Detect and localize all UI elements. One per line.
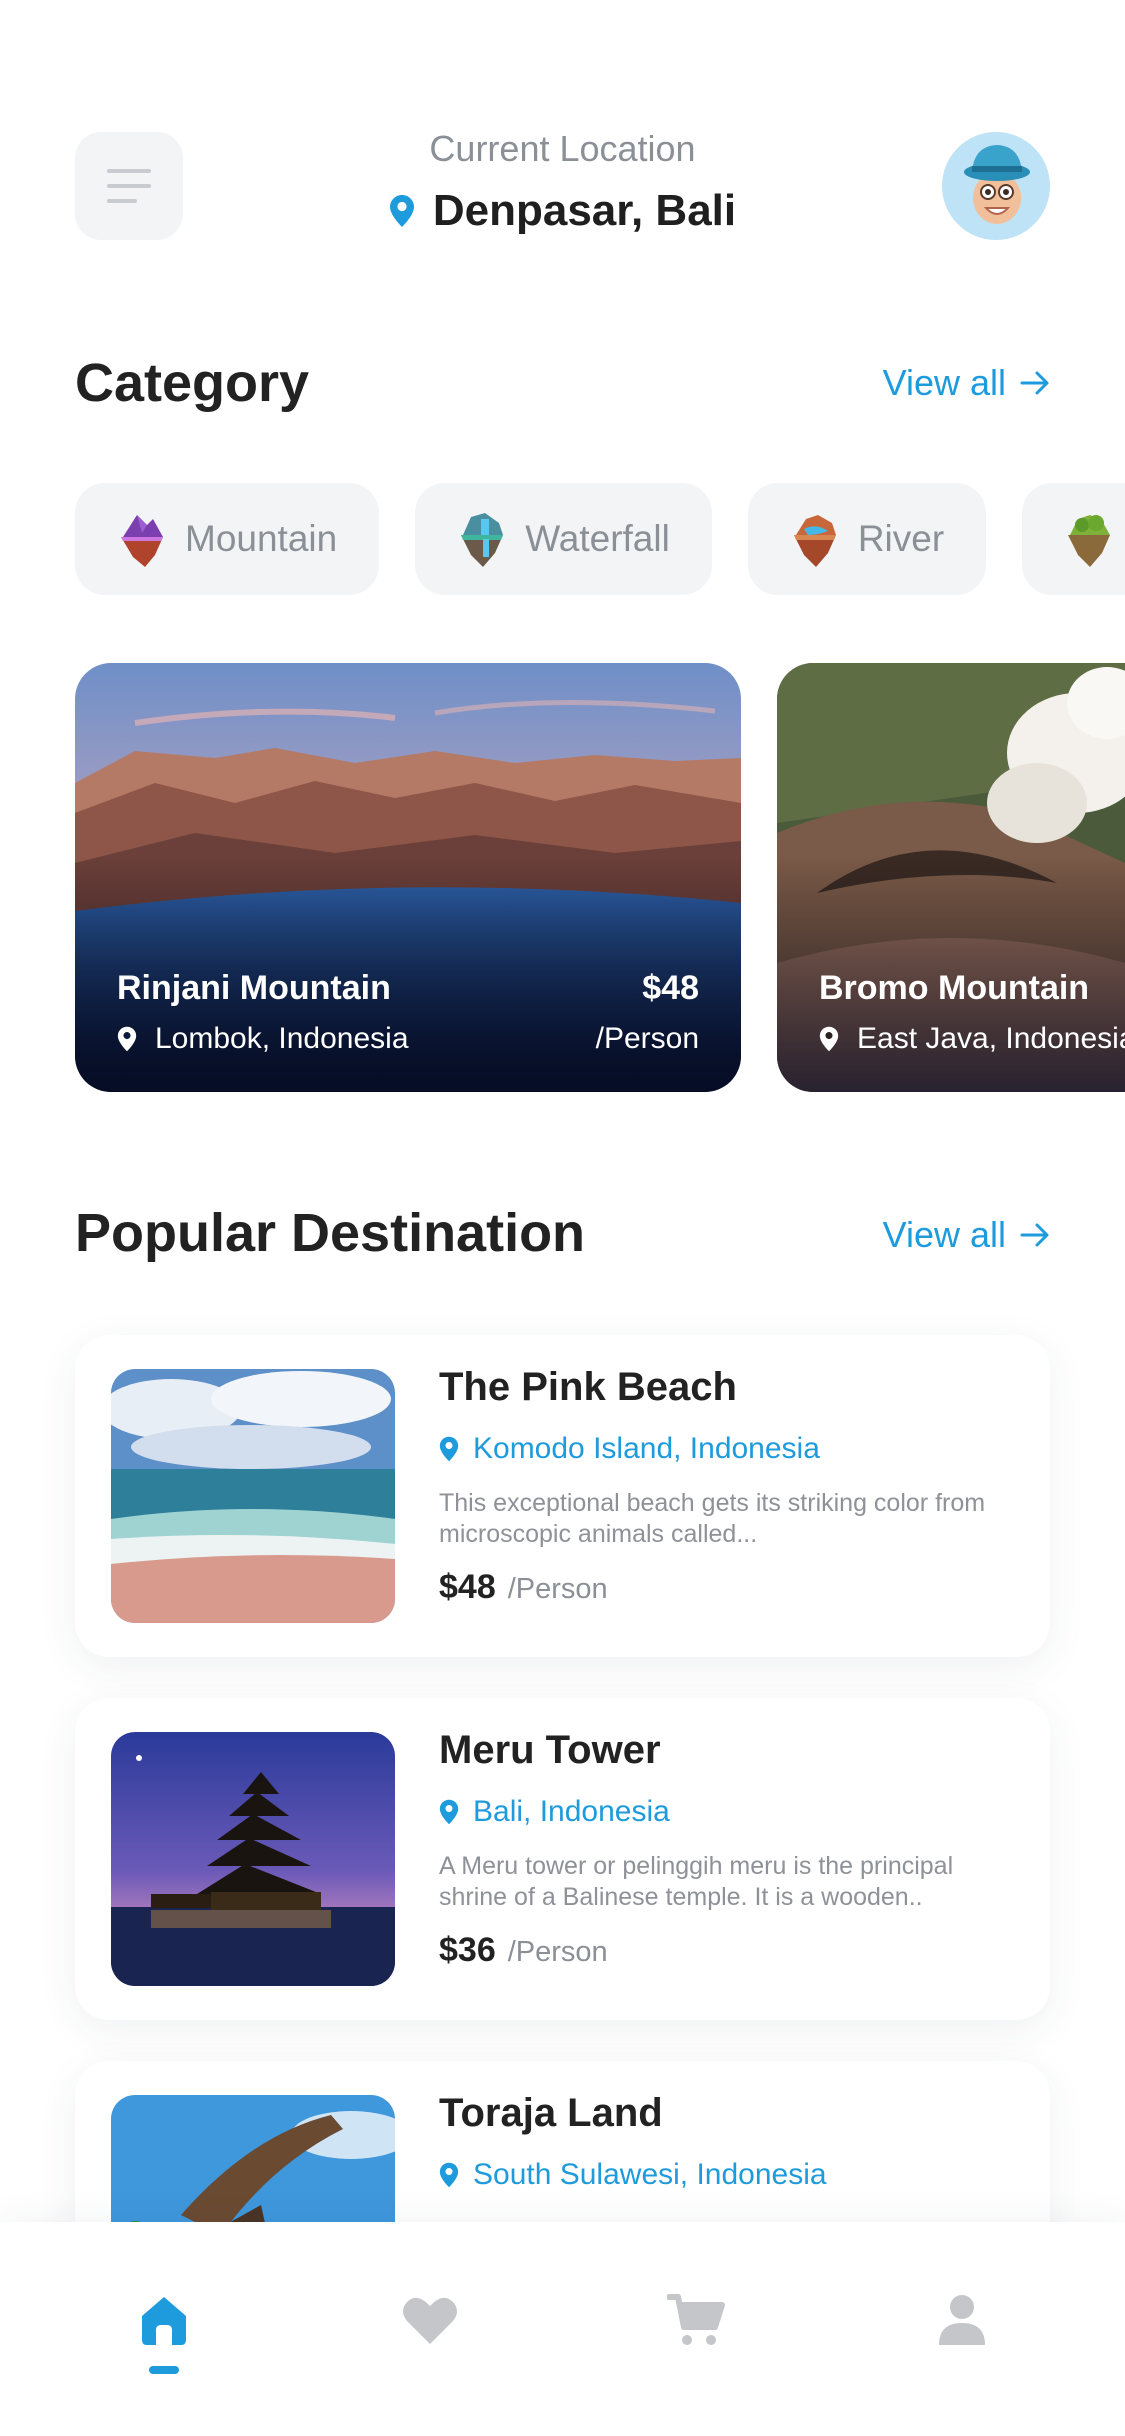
featured-card-rinjani[interactable]: Rinjani Mountain $48 Lombok, Indonesia /… — [75, 663, 741, 1092]
destination-location: South Sulawesi, Indonesia — [473, 2158, 827, 2191]
featured-name: Rinjani Mountain — [117, 969, 391, 1007]
category-chip-forest[interactable] — [1022, 483, 1125, 595]
featured-location: East Java, Indonesia — [857, 1022, 1125, 1055]
destination-location: Bali, Indonesia — [473, 1795, 670, 1828]
location-pin-icon — [819, 1026, 839, 1052]
featured-price: $48 — [642, 969, 699, 1007]
destination-price: $36 — [439, 1931, 496, 1969]
river-island-icon — [793, 515, 836, 567]
category-chip-river[interactable]: River — [747, 483, 987, 595]
featured-unit: /Person — [595, 1022, 699, 1055]
location-pin-icon — [439, 2162, 459, 2188]
waterfall-island-icon — [461, 513, 504, 567]
destination-unit: /Person — [507, 1573, 608, 1605]
nav-cart[interactable] — [656, 2280, 736, 2360]
avatar[interactable] — [942, 132, 1050, 240]
pink-beach-photo — [111, 1369, 395, 1623]
arrow-right-icon — [1020, 371, 1049, 395]
home-icon — [142, 2297, 186, 2345]
avatar-memoji-icon — [942, 132, 1050, 240]
destination-description: A Meru tower or pelinggih meru is the pr… — [439, 1852, 954, 1911]
location-pin-icon — [439, 1436, 459, 1462]
location-pin-icon — [439, 1799, 459, 1825]
category-chip-mountain[interactable]: Mountain — [75, 483, 380, 595]
featured-name: Bromo Mountain — [819, 969, 1090, 1007]
nav-home[interactable] — [124, 2280, 204, 2360]
mountain-island-icon — [121, 515, 163, 567]
heart-icon — [403, 2297, 457, 2344]
bottom-nav — [0, 2222, 1125, 2436]
view-all-label: View all — [882, 362, 1006, 403]
popular-card-pink-beach[interactable]: The Pink Beach Komodo Island, Indonesia … — [75, 1335, 1050, 1657]
popular-title: Popular Destination — [75, 1203, 586, 1263]
destination-description: This exceptional beach gets its striking… — [439, 1489, 986, 1548]
meru-tower-photo — [111, 1732, 395, 1986]
location-city: Denpasar, Bali — [432, 186, 737, 235]
category-title: Category — [75, 353, 310, 413]
popular-view-all-link[interactable]: View all — [883, 1214, 1050, 1256]
featured-location: Lombok, Indonesia — [155, 1022, 409, 1055]
cart-icon — [667, 2294, 725, 2345]
nav-profile[interactable] — [922, 2280, 1002, 2360]
location-pin-icon — [389, 195, 414, 227]
nav-favorites[interactable] — [390, 2280, 470, 2360]
category-view-all-link[interactable]: View all — [883, 362, 1050, 404]
forest-island-icon — [1068, 515, 1111, 567]
popular-card-meru-tower[interactable]: Meru Tower Bali, Indonesia A Meru tower … — [75, 1698, 1050, 2020]
destination-name: The Pink Beach — [439, 1365, 737, 1409]
nav-active-indicator — [149, 2366, 179, 2374]
profile-icon — [939, 2295, 985, 2345]
featured-card-bromo[interactable]: Bromo Mountain East Java, Indonesia — [777, 663, 1125, 1092]
arrow-right-icon — [1020, 1223, 1049, 1247]
destination-unit: /Person — [507, 1936, 608, 1968]
destination-name: Meru Tower — [439, 1728, 661, 1772]
view-all-label: View all — [882, 1214, 1006, 1255]
destination-price: $48 — [439, 1568, 496, 1606]
category-chip-waterfall[interactable]: Waterfall — [415, 483, 712, 595]
destination-name: Toraja Land — [439, 2091, 663, 2135]
category-chips: Mountain Waterfall River — [75, 483, 1125, 595]
destination-location: Komodo Island, Indonesia — [473, 1432, 820, 1465]
location-pin-icon — [117, 1026, 137, 1052]
